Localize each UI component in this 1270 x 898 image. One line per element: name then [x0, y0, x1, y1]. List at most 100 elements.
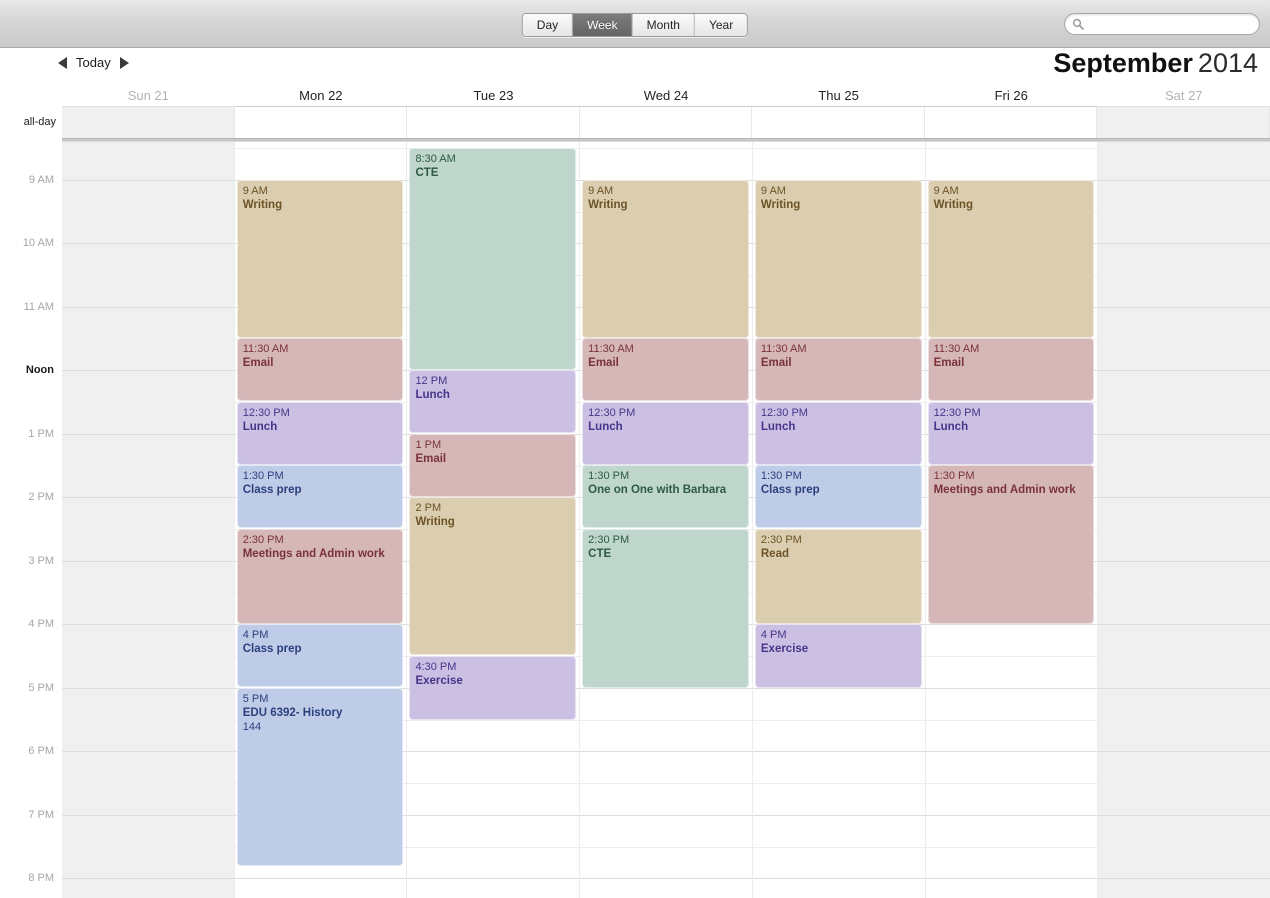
- half-hour-gridline: [1098, 592, 1270, 594]
- search-field[interactable]: [1064, 13, 1260, 35]
- half-hour-gridline: [62, 655, 234, 657]
- half-hour-gridline: [1098, 401, 1270, 403]
- calendar-event[interactable]: 1:30 PM Meetings and Admin work: [927, 465, 1095, 624]
- calendar-event[interactable]: 1:30 PM Class prep: [236, 465, 404, 528]
- event-title: Writing: [760, 199, 801, 211]
- calendar-event[interactable]: 11:30 AM Email: [927, 338, 1095, 401]
- search-icon: [1072, 18, 1084, 30]
- day-column-thu[interactable]: 9 AM Writing 11:30 AM Email 12:30 PM Lunch 1:3…: [752, 142, 926, 898]
- event-title: Class prep: [242, 643, 302, 655]
- calendar-event[interactable]: 9 AM Writing: [754, 180, 922, 338]
- all-day-cell[interactable]: [1097, 107, 1270, 138]
- calendar-event[interactable]: 12:30 PM Lunch: [582, 402, 749, 465]
- calendar-event[interactable]: 1 PM Email: [409, 434, 577, 497]
- calendar-event[interactable]: 5 PM EDU 6392- History 144: [236, 688, 404, 866]
- calendar-event[interactable]: 4 PM Exercise: [754, 624, 922, 688]
- event-title: Email: [760, 357, 792, 369]
- hour-gridline: [62, 688, 234, 689]
- hour-label: 4 PM: [28, 618, 54, 630]
- half-hour-gridline: [62, 148, 234, 150]
- triangle-left-icon[interactable]: [58, 56, 67, 69]
- event-time: 12:30 PM: [760, 407, 808, 419]
- hour-gridline: [62, 815, 234, 816]
- day-header-sun[interactable]: Sun 21: [62, 86, 235, 107]
- day-header-tue[interactable]: Tue 23: [407, 86, 580, 107]
- half-hour-gridline: [752, 719, 925, 721]
- event-time: 2:30 PM: [588, 534, 630, 546]
- calendar-event[interactable]: 9 AM Writing: [582, 180, 749, 338]
- event-title: Email: [933, 357, 965, 369]
- day-header-thu[interactable]: Thu 25: [752, 86, 925, 107]
- view-segmented-control[interactable]: Day Week Month Year: [521, 13, 749, 37]
- calendar-event[interactable]: 2 PM Writing: [409, 497, 577, 655]
- calendar-event[interactable]: 9 AM Writing: [927, 180, 1095, 338]
- event-title: Lunch: [588, 421, 623, 433]
- hour-label: 6 PM: [28, 745, 54, 757]
- calendar-event[interactable]: 2:30 PM Read: [754, 529, 922, 624]
- all-day-cell[interactable]: [407, 107, 580, 138]
- view-button-day[interactable]: Day: [522, 14, 574, 36]
- half-hour-gridline: [62, 528, 234, 530]
- calendar-event[interactable]: 1:30 PM Class prep: [754, 465, 922, 528]
- view-button-year[interactable]: Year: [694, 14, 748, 36]
- calendar-event[interactable]: 2:30 PM Meetings and Admin work: [236, 529, 404, 624]
- day-header-wed[interactable]: Wed 24: [579, 86, 753, 107]
- view-button-month[interactable]: Month: [632, 14, 695, 36]
- time-gutter: 9 AM 10 AM 11 AM Noon 1 PM 2 PM 3 PM 4 PM 5 PM 6 …: [0, 142, 62, 898]
- calendar-event[interactable]: 1:30 PM One on One with Barbara: [582, 465, 749, 528]
- all-day-cell[interactable]: [579, 107, 753, 138]
- event-time: 1:30 PM: [760, 470, 802, 482]
- hour-gridline: [62, 751, 234, 752]
- calendar-event[interactable]: 12:30 PM Lunch: [927, 402, 1095, 465]
- search-input[interactable]: [1084, 17, 1259, 31]
- event-time: 9 AM: [242, 185, 268, 197]
- half-hour-gridline: [1098, 528, 1270, 530]
- all-day-cell[interactable]: [924, 107, 1098, 138]
- hour-gridline: [1098, 370, 1270, 371]
- day-column-tue[interactable]: 8:30 AM CTE 12 PM Lunch 1 PM Email 2 PM Writing…: [407, 142, 581, 898]
- calendar-event[interactable]: 12:30 PM Lunch: [754, 402, 922, 465]
- hour-label: 2 PM: [28, 491, 54, 503]
- day-column-mon[interactable]: 9 AM Writing 11:30 AM Email 12:30 PM Lunch 1:3…: [234, 142, 408, 898]
- hour-gridline: [1098, 624, 1270, 625]
- hour-gridline: [62, 434, 234, 435]
- calendar-event[interactable]: 11:30 AM Email: [236, 338, 404, 401]
- day-header-mon[interactable]: Mon 22: [234, 86, 408, 107]
- calendar-event[interactable]: 11:30 AM Email: [582, 338, 749, 401]
- event-title: Exercise: [760, 643, 809, 655]
- event-title: Class prep: [242, 484, 302, 496]
- event-time: 8:30 AM: [415, 153, 456, 165]
- day-column-wed[interactable]: 9 AM Writing 11:30 AM Email 12:30 PM Lunch 1:3…: [580, 142, 753, 898]
- day-column-sat[interactable]: [1098, 142, 1270, 898]
- event-title: Exercise: [415, 675, 463, 687]
- hour-gridline: [580, 751, 752, 752]
- hour-label: 1 PM: [28, 428, 54, 440]
- calendar-event[interactable]: 8:30 AM CTE: [409, 148, 577, 370]
- view-button-week[interactable]: Week: [573, 14, 633, 36]
- all-day-cell[interactable]: [752, 107, 925, 138]
- day-header-row: Sun 21 Mon 22 Tue 23 Wed 24 Thu 25 Fri 26 Sat …: [0, 86, 1270, 107]
- hour-label: 9 AM: [28, 174, 54, 186]
- calendar-event[interactable]: 4 PM Class prep: [236, 624, 404, 687]
- day-header-fri[interactable]: Fri 26: [924, 86, 1098, 107]
- hour-gridline: [1098, 751, 1270, 752]
- calendar-event[interactable]: 11:30 AM Email: [754, 338, 922, 401]
- triangle-right-icon[interactable]: [119, 56, 129, 69]
- calendar-event[interactable]: 4:30 PM Exercise: [409, 656, 577, 720]
- event-time: 11:30 AM: [933, 343, 980, 355]
- half-hour-gridline: [1098, 465, 1270, 467]
- day-header-sat[interactable]: Sat 27: [1097, 86, 1270, 107]
- calendar-event[interactable]: 12 PM Lunch: [409, 370, 577, 433]
- all-day-cell[interactable]: [234, 107, 408, 138]
- day-column-sun[interactable]: [62, 142, 235, 898]
- day-column-fri[interactable]: 9 AM Writing 11:30 AM Email 12:30 PM Lunch 1:3…: [925, 142, 1099, 898]
- all-day-cell[interactable]: [62, 107, 235, 138]
- today-button[interactable]: Today: [76, 55, 111, 70]
- hour-label: 10 AM: [22, 237, 54, 249]
- calendar-event[interactable]: 12:30 PM Lunch: [236, 402, 404, 465]
- event-time: 1:30 PM: [588, 470, 630, 482]
- calendar-event[interactable]: 2:30 PM CTE: [582, 529, 749, 688]
- event-title: Meetings and Admin work: [242, 548, 385, 560]
- event-location: 144: [242, 721, 262, 733]
- calendar-event[interactable]: 9 AM Writing: [236, 180, 404, 338]
